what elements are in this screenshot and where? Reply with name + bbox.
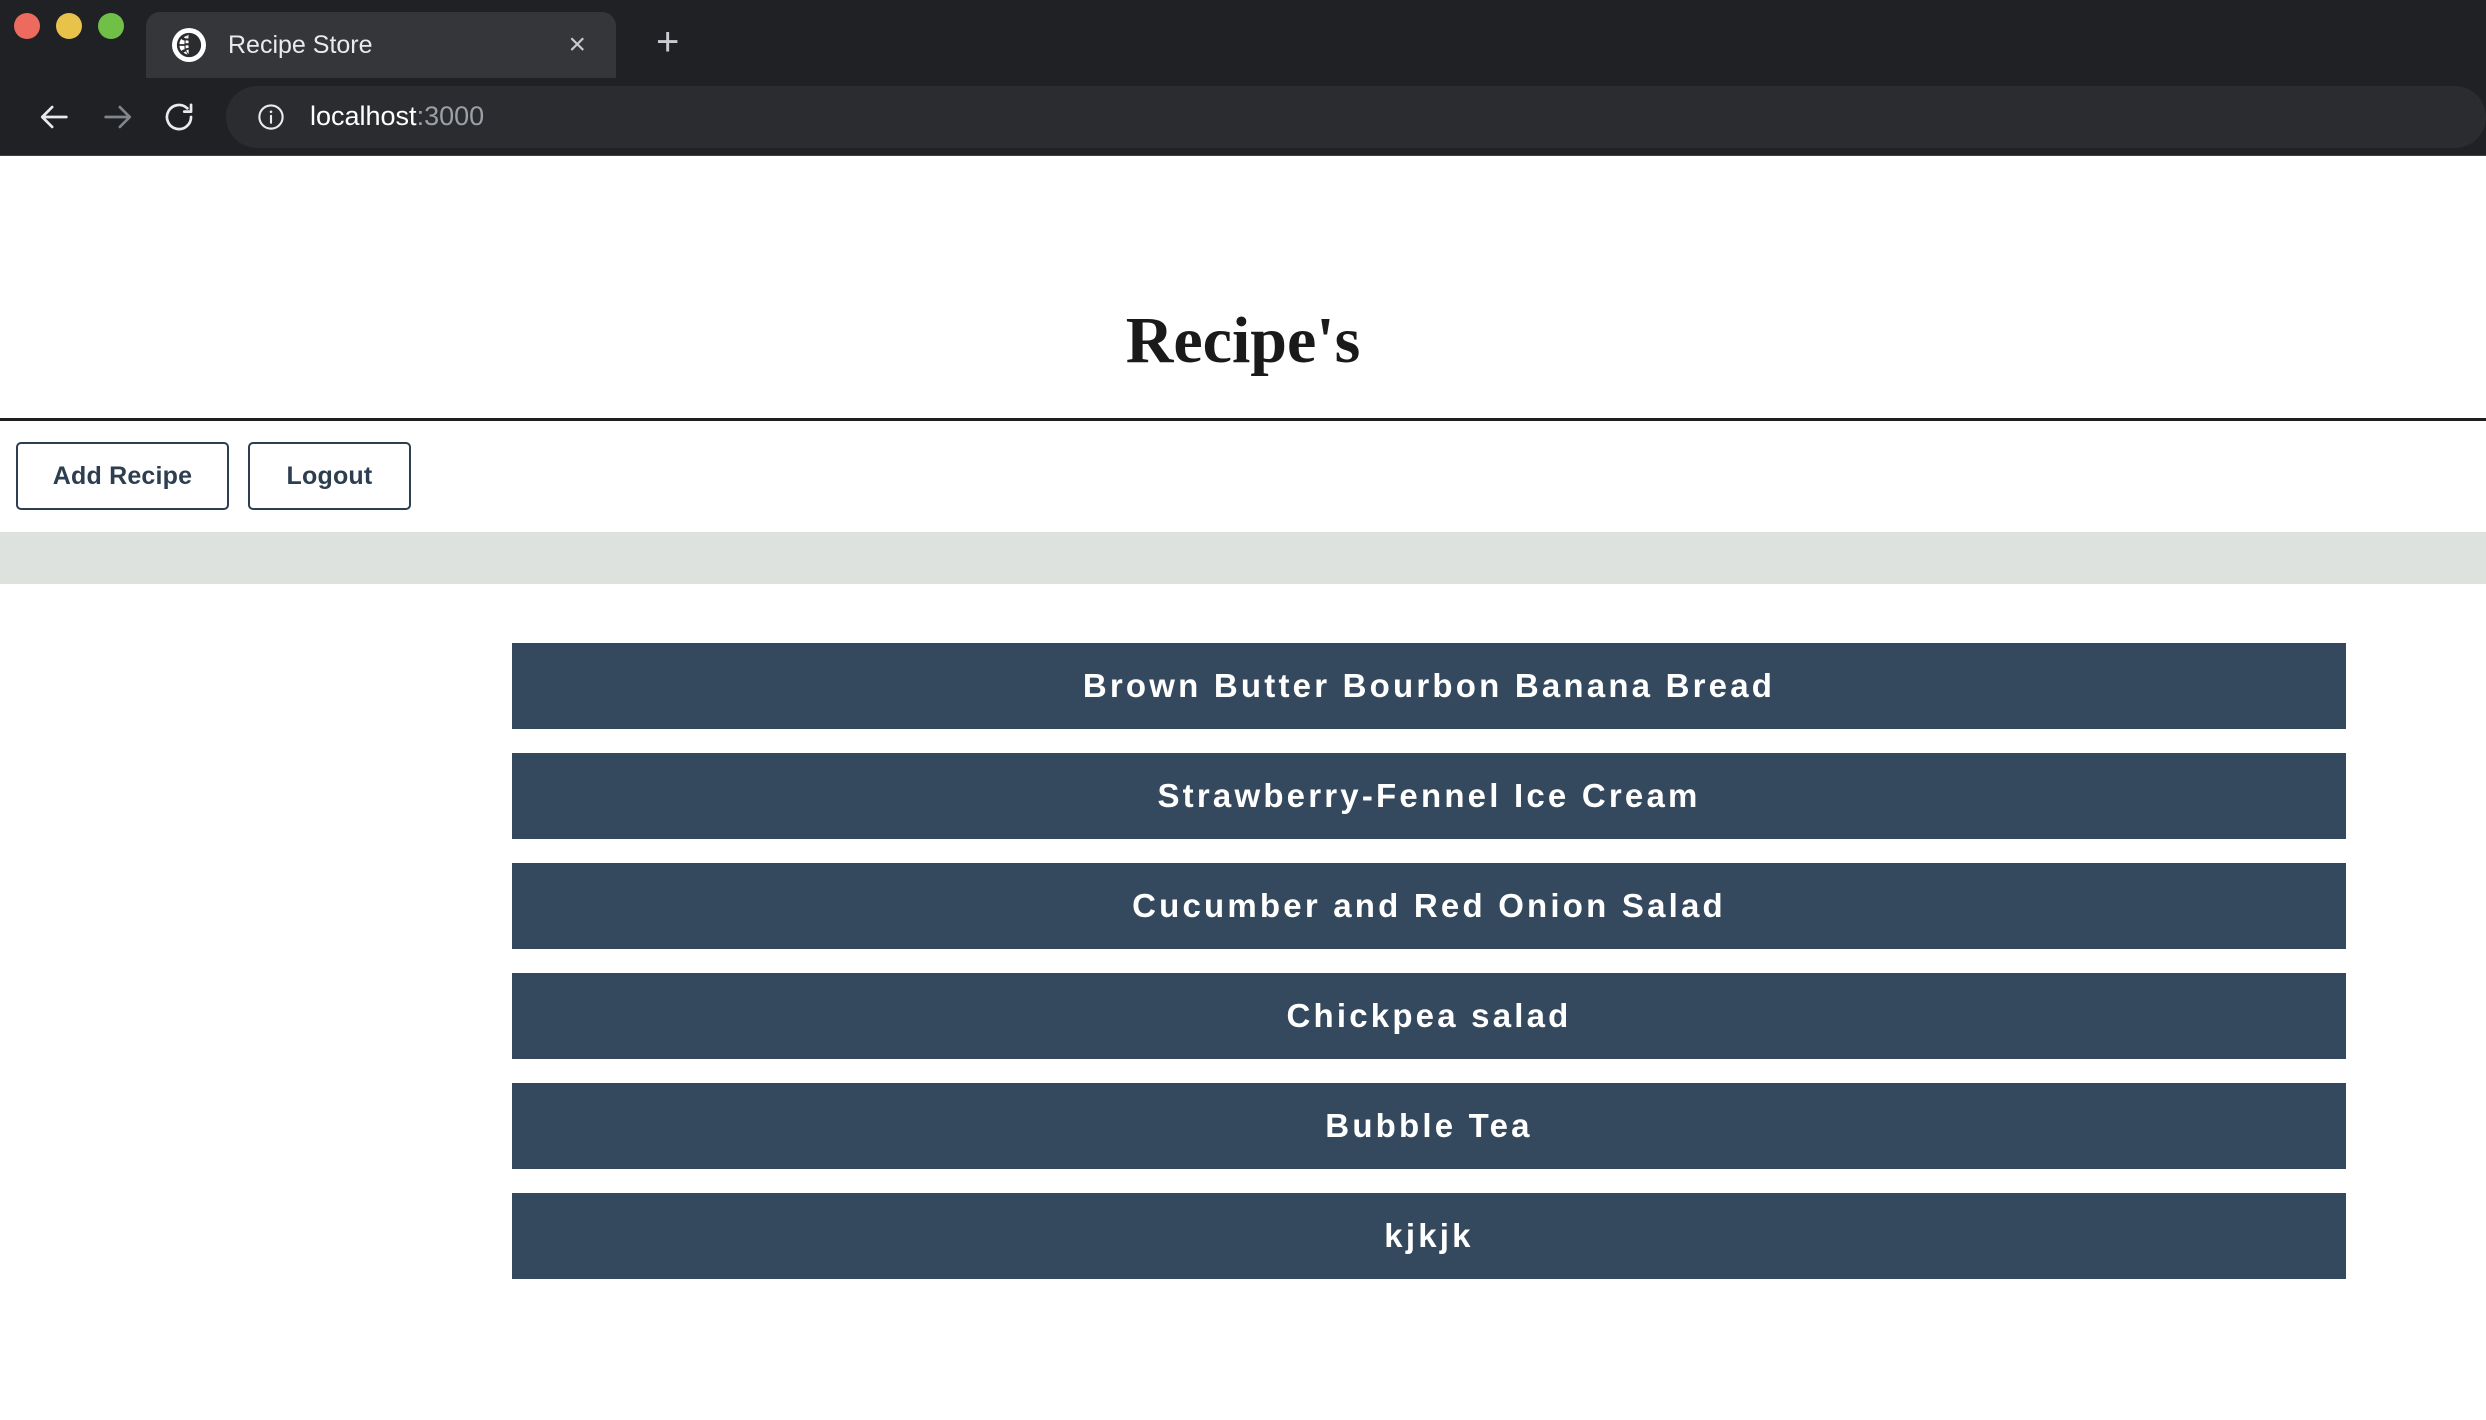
browser-chrome: Recipe Store × + localhost:3000 [0,0,2486,156]
recipe-name: Chickpea salad [1286,997,1572,1034]
window-minimize-button[interactable] [56,13,82,39]
recipe-name: Cucumber and Red Onion Salad [1132,887,1726,924]
logout-button[interactable]: Logout [248,442,411,510]
browser-toolbar: localhost:3000 [0,78,2486,156]
recipe-list-item[interactable]: kjkjk [512,1193,2346,1279]
sage-banner-bar [0,532,2486,584]
recipe-list-item[interactable]: Bubble Tea [512,1083,2346,1169]
tab-title: Recipe Store [228,30,373,59]
window-maximize-button[interactable] [98,13,124,39]
recipe-list: Brown Butter Bourbon Banana Bread Strawb… [512,643,2346,1279]
recipe-name: Strawberry-Fennel Ice Cream [1157,777,1701,814]
recipe-name: kjkjk [1384,1217,1474,1254]
recipe-list-item[interactable]: Cucumber and Red Onion Salad [512,863,2346,949]
address-bar[interactable]: localhost:3000 [226,85,2486,148]
recipe-list-item[interactable]: Chickpea salad [512,973,2346,1059]
recipe-name: Brown Butter Bourbon Banana Bread [1082,667,1776,704]
window-controls [14,0,146,78]
back-arrow-icon[interactable] [24,86,86,148]
globe-icon [172,28,206,62]
page-content: Recipe's Add Recipe Logout Brown Butter … [0,156,2486,1417]
url-port: :3000 [416,101,485,131]
recipe-list-item[interactable]: Strawberry-Fennel Ice Cream [512,753,2346,839]
add-recipe-button[interactable]: Add Recipe [16,442,229,510]
recipe-list-item[interactable]: Brown Butter Bourbon Banana Bread [512,643,2346,729]
window-close-button[interactable] [14,13,40,39]
action-button-bar: Add Recipe Logout [0,421,2486,510]
info-icon[interactable] [254,100,288,134]
reload-icon[interactable] [148,86,210,148]
recipe-name: Bubble Tea [1325,1107,1533,1144]
new-tab-button[interactable]: + [644,22,691,62]
close-icon[interactable]: × [558,30,596,60]
forward-arrow-icon[interactable] [86,86,148,148]
page-title: Recipe's [1125,304,1361,377]
browser-tab[interactable]: Recipe Store × [146,12,616,78]
url-host: localhost [310,101,417,131]
address-bar-url: localhost:3000 [310,101,484,132]
tab-strip: Recipe Store × + [0,0,2486,78]
